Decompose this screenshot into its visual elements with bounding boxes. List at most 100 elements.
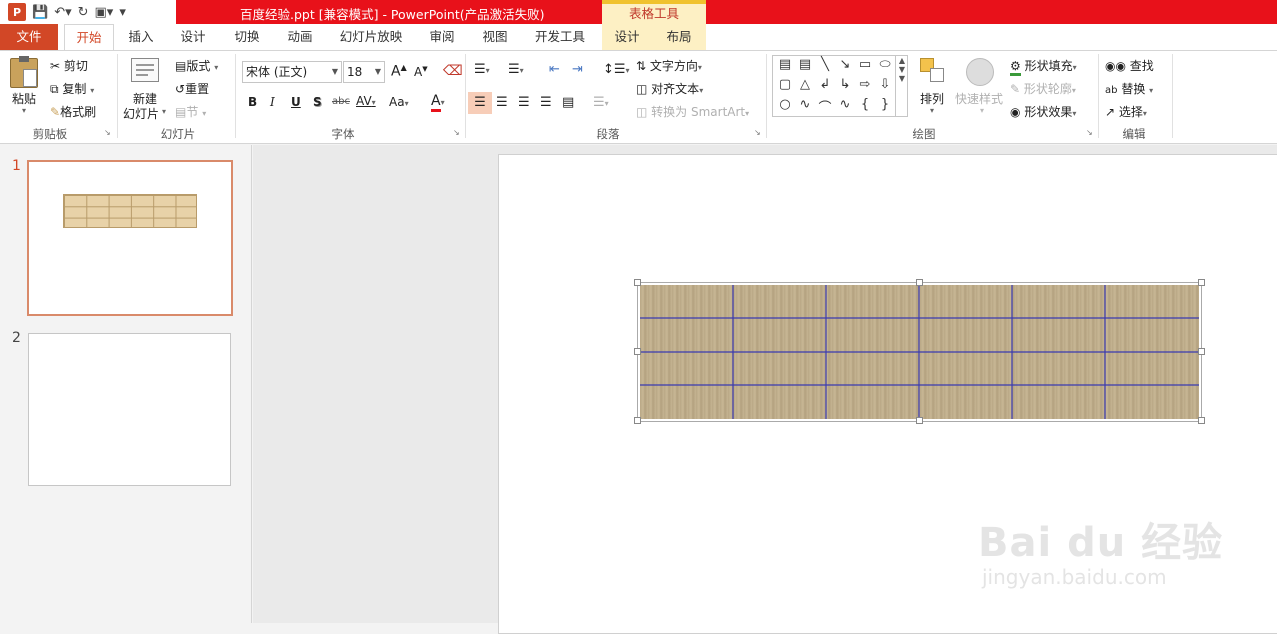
- resize-handle[interactable]: [1198, 348, 1205, 355]
- drawing-launcher-icon[interactable]: ↘: [1086, 128, 1093, 137]
- paste-button[interactable]: [10, 56, 38, 88]
- arrange-button[interactable]: [920, 58, 946, 84]
- customize-qat-icon[interactable]: ▾: [119, 5, 126, 20]
- change-case-button[interactable]: Aa▾: [389, 95, 409, 109]
- tab-view[interactable]: 视图: [474, 24, 516, 50]
- resize-handle[interactable]: [1198, 417, 1205, 424]
- paragraph-launcher-icon[interactable]: ↘: [754, 128, 761, 137]
- down-arrow-shape-icon[interactable]: ⇩: [875, 77, 895, 92]
- align-right-icon[interactable]: ☰: [518, 95, 530, 110]
- tab-home[interactable]: 开始: [64, 24, 114, 51]
- increase-indent-icon[interactable]: ⇥: [572, 62, 583, 77]
- numbering-icon[interactable]: ☰▾: [508, 62, 524, 77]
- elbow-connector-shape-icon[interactable]: ↲: [815, 77, 835, 92]
- paste-label: 粘贴: [12, 92, 37, 106]
- shadow-button[interactable]: S: [313, 95, 322, 109]
- slide-thumbnail-2[interactable]: [28, 333, 231, 486]
- align-text-button[interactable]: ◫ 对齐文本▾: [636, 80, 703, 97]
- rectangle-shape-icon[interactable]: ▭: [855, 57, 875, 72]
- resize-handle[interactable]: [916, 279, 923, 286]
- resize-handle[interactable]: [634, 279, 641, 286]
- redo-icon[interactable]: ↻: [78, 5, 89, 20]
- resize-handle[interactable]: [634, 417, 641, 424]
- underline-button[interactable]: U: [291, 95, 301, 109]
- vertical-text-box-shape-icon[interactable]: ▤: [795, 57, 815, 72]
- tab-review[interactable]: 审阅: [421, 24, 463, 50]
- section-button[interactable]: ▤节 ▾: [175, 103, 206, 120]
- italic-button[interactable]: I: [270, 95, 275, 109]
- find-button[interactable]: ◉◉ 查找: [1105, 57, 1154, 74]
- shrink-font-button[interactable]: A▼: [414, 65, 428, 79]
- font-name-combo[interactable]: 宋体 (正文) ▼: [242, 61, 342, 83]
- oval-shape-icon[interactable]: ⬭: [875, 57, 895, 72]
- clear-formatting-icon[interactable]: ⌫: [443, 63, 463, 79]
- distributed-icon[interactable]: ▤: [562, 95, 574, 110]
- tab-transitions[interactable]: 切换: [226, 24, 268, 50]
- shapes-scroll[interactable]: ▲ ▼ ▼: [895, 56, 908, 116]
- tab-table-design[interactable]: 设计: [606, 24, 648, 50]
- bullets-icon[interactable]: ☰▾: [474, 62, 490, 77]
- align-center-icon[interactable]: ☰: [496, 95, 508, 110]
- shape-fill-button[interactable]: ⚙ 形状填充▾: [1010, 57, 1077, 76]
- columns-icon[interactable]: ☰▾: [593, 95, 609, 110]
- clipboard-launcher-icon[interactable]: ↘: [104, 128, 111, 137]
- layout-button[interactable]: ▤版式 ▾: [175, 57, 218, 74]
- text-direction-button[interactable]: ⇅ 文字方向▾: [636, 57, 702, 74]
- strikethrough-button[interactable]: abc: [332, 96, 350, 107]
- start-slideshow-icon[interactable]: ▣▾: [95, 5, 114, 20]
- format-painter-button[interactable]: ✎格式刷: [50, 103, 96, 120]
- select-button[interactable]: ↗ 选择▾: [1105, 103, 1147, 120]
- tab-file[interactable]: 文件: [0, 24, 58, 50]
- arrow-line-shape-icon[interactable]: ↘: [835, 57, 855, 72]
- tab-insert[interactable]: 插入: [120, 24, 162, 50]
- grow-font-button[interactable]: A▲: [391, 63, 407, 80]
- justify-icon[interactable]: ☰: [540, 95, 552, 110]
- tab-developer[interactable]: 开发工具: [528, 24, 592, 50]
- shape-effects-button[interactable]: ◉ 形状效果▾: [1010, 103, 1076, 120]
- save-icon[interactable]: 💾: [32, 5, 48, 20]
- elbow-arrow-shape-icon[interactable]: ↳: [835, 77, 855, 92]
- convert-smartart-button[interactable]: ◫ 转换为 SmartArt▾: [636, 103, 749, 120]
- bold-button[interactable]: B: [248, 95, 257, 109]
- slide-thumbnail-1[interactable]: [27, 160, 233, 316]
- font-size-combo[interactable]: 18 ▼: [343, 61, 385, 83]
- arc-shape-icon[interactable]: ⌒: [815, 97, 835, 116]
- left-brace-shape-icon[interactable]: {: [855, 97, 875, 112]
- right-arrow-shape-icon[interactable]: ⇨: [855, 77, 875, 92]
- arrange-dropdown-icon[interactable]: ▾: [930, 106, 934, 115]
- resize-handle[interactable]: [916, 417, 923, 424]
- replace-button[interactable]: ab 替换 ▾: [1105, 80, 1153, 97]
- tab-animations[interactable]: 动画: [279, 24, 321, 50]
- text-box-shape-icon[interactable]: ▤: [775, 57, 795, 72]
- quick-styles-dropdown-icon[interactable]: ▾: [980, 106, 984, 115]
- copy-button[interactable]: ⧉ 复制 ▾: [50, 80, 94, 97]
- tab-table-layout[interactable]: 布局: [658, 24, 700, 50]
- freeform-shape-icon[interactable]: ○: [775, 97, 795, 112]
- resize-handle[interactable]: [634, 348, 641, 355]
- quick-styles-button[interactable]: [966, 58, 994, 86]
- rounded-rect-shape-icon[interactable]: ▢: [775, 77, 795, 92]
- shape-outline-button[interactable]: ✎ 形状轮廓▾: [1010, 80, 1076, 97]
- font-launcher-icon[interactable]: ↘: [453, 128, 460, 137]
- new-slide-button[interactable]: [131, 58, 159, 82]
- reset-button[interactable]: ↺重置: [175, 80, 209, 97]
- align-left-icon[interactable]: ☰: [468, 92, 492, 114]
- text-direction-icon: ⇅: [636, 59, 647, 73]
- right-brace-shape-icon[interactable]: }: [875, 97, 895, 112]
- line-shape-icon[interactable]: ╲: [815, 57, 835, 72]
- wave-shape-icon[interactable]: ∿: [835, 97, 855, 112]
- resize-handle[interactable]: [1198, 279, 1205, 286]
- character-spacing-button[interactable]: AV▾: [356, 94, 376, 108]
- new-slide-dropdown-icon[interactable]: ▾: [162, 107, 166, 116]
- shapes-gallery[interactable]: ▤ ▤ ╲ ↘ ▭ ⬭ ▢ △ ↲ ↳ ⇨ ⇩ ○ ∿ ⌒ ∿ { } ▲ ▼ ▼: [772, 55, 908, 117]
- curve-shape-icon[interactable]: ∿: [795, 97, 815, 112]
- font-color-button[interactable]: A▾: [431, 93, 445, 112]
- triangle-shape-icon[interactable]: △: [795, 77, 815, 92]
- undo-icon[interactable]: ↶▾: [54, 5, 71, 20]
- cut-button[interactable]: ✂ 剪切: [50, 57, 88, 74]
- tab-slideshow[interactable]: 幻灯片放映: [336, 24, 406, 50]
- decrease-indent-icon[interactable]: ⇤: [549, 62, 560, 77]
- line-spacing-icon[interactable]: ↕☰▾: [603, 62, 630, 77]
- tab-design[interactable]: 设计: [172, 24, 214, 50]
- paste-dropdown-icon[interactable]: ▾: [22, 106, 26, 115]
